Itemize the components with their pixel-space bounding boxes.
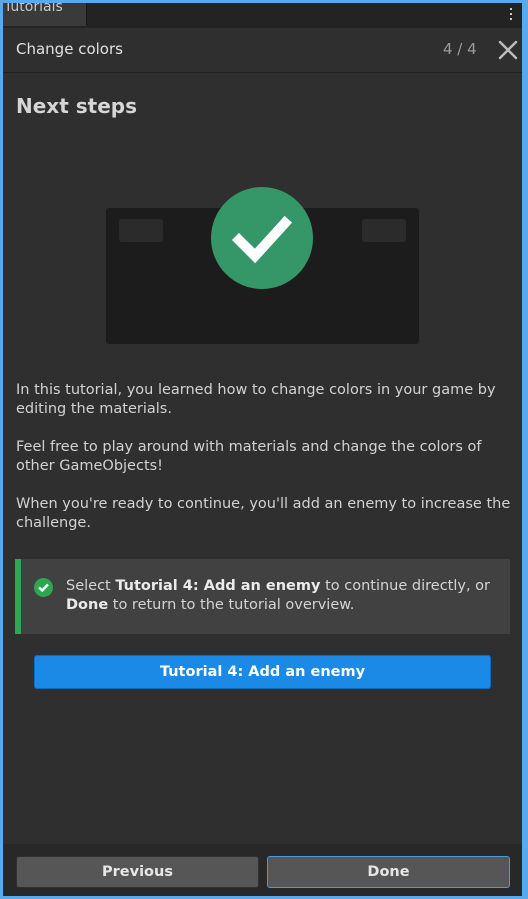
callout-text-prefix: Select xyxy=(66,578,116,594)
tutorial-header: Change colors 4 / 4 xyxy=(3,28,522,73)
previous-button[interactable]: Previous xyxy=(16,856,259,888)
callout-tutorial-name: Tutorial 4: Add an enemy xyxy=(115,578,321,594)
tab-label: Tutorials xyxy=(4,3,63,15)
illustration-left-box xyxy=(119,219,163,242)
footer-bar: Previous Done xyxy=(3,844,522,896)
next-tutorial-button[interactable]: Tutorial 4: Add an enemy xyxy=(34,655,491,689)
check-circle-icon xyxy=(34,578,53,597)
callout-text-middle: to continue directly, or xyxy=(320,578,491,594)
tutorial-content: Next steps In this tutorial, you learned… xyxy=(3,73,522,844)
paragraph-continue: When you're ready to continue, you'll ad… xyxy=(16,496,511,531)
paragraph-play-around: Feel free to play around with materials … xyxy=(16,439,482,474)
tutorials-window: Tutorials Change colors 4 / 4 Next steps… xyxy=(3,3,522,896)
tab-tutorials[interactable]: Tutorials xyxy=(3,3,87,26)
checkmark-circle-icon xyxy=(211,187,313,289)
paragraph-learned: In this tutorial, you learned how to cha… xyxy=(16,382,496,417)
section-title: Next steps xyxy=(16,94,137,118)
page-progress: 4 / 4 xyxy=(443,40,477,58)
close-icon[interactable] xyxy=(497,39,519,61)
instruction-callout: Select Tutorial 4: Add an enemy to conti… xyxy=(15,559,510,634)
callout-text-suffix: to return to the tutorial overview. xyxy=(108,597,355,613)
callout-text: Select Tutorial 4: Add an enemy to conti… xyxy=(66,577,496,615)
tab-strip: Tutorials xyxy=(3,3,522,28)
illustration-right-box xyxy=(362,219,406,242)
done-button[interactable]: Done xyxy=(267,856,510,888)
tutorial-title: Change colors xyxy=(16,40,123,58)
kebab-menu-icon[interactable] xyxy=(509,8,513,20)
callout-done-word: Done xyxy=(66,597,109,613)
